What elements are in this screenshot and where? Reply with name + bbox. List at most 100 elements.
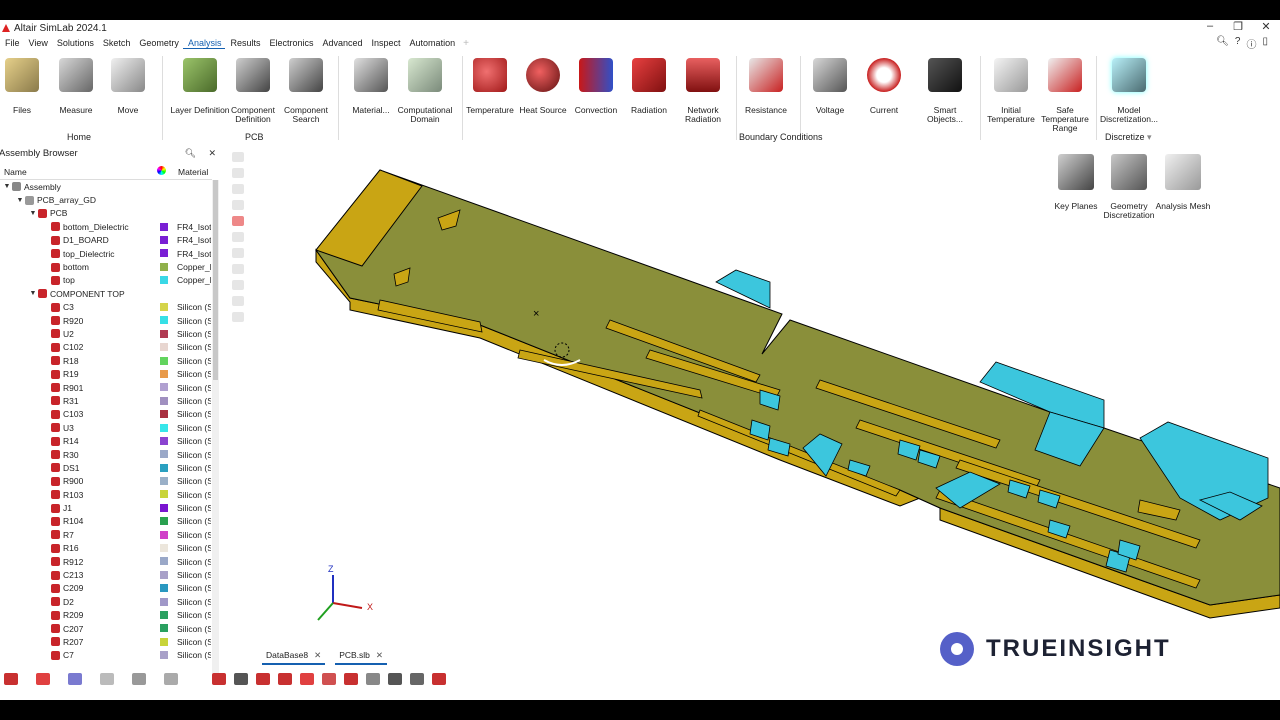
scrollbar-thumb[interactable]	[213, 180, 218, 380]
minimize-button[interactable]: –	[1204, 20, 1216, 33]
material-color-swatch[interactable]	[160, 651, 168, 660]
material-color-swatch[interactable]	[160, 356, 168, 365]
zoom-window-icon[interactable]	[300, 673, 314, 685]
layer-definition-button[interactable]: Layer Definition	[170, 58, 230, 115]
menu-results[interactable]: Results	[225, 38, 264, 48]
tree-row[interactable]: R104 Silicon (Se	[0, 515, 212, 528]
tree-row[interactable]: J1 Silicon (Se	[0, 501, 212, 514]
browser-scrollbar[interactable]	[212, 180, 219, 674]
current-button[interactable]: Current	[854, 58, 914, 115]
menu-view[interactable]: View	[24, 38, 52, 48]
section-icon[interactable]	[410, 673, 424, 685]
material-color-swatch[interactable]	[160, 624, 168, 633]
menu-sketch[interactable]: Sketch	[98, 38, 135, 48]
menu-geometry[interactable]: Geometry	[134, 38, 183, 48]
tree-row[interactable]: R901 Silicon (Se	[0, 381, 212, 394]
move-button[interactable]: Move	[98, 58, 158, 115]
menu-advanced[interactable]: Advanced	[317, 38, 366, 48]
material-color-swatch[interactable]	[160, 436, 168, 445]
collapse-icon[interactable]: ▼	[28, 210, 38, 217]
tree-row[interactable]: R207 Silicon (Se	[0, 635, 212, 648]
radiation-button[interactable]: Radiation	[619, 58, 679, 115]
material-color-swatch[interactable]	[160, 503, 168, 512]
eraser-icon[interactable]	[100, 673, 114, 685]
component-definition-button[interactable]: Component Definition	[223, 58, 283, 124]
tree-row[interactable]: U3 Silicon (Se	[0, 421, 212, 434]
menu-automation[interactable]: Automation	[405, 38, 460, 48]
material-color-swatch[interactable]	[160, 249, 168, 258]
mesh-icon[interactable]	[68, 673, 82, 685]
3d-viewport[interactable]: × Z X	[228, 144, 1280, 664]
shading-icon[interactable]	[366, 673, 380, 685]
info-icon[interactable]: ⓘ	[1246, 36, 1256, 51]
material-color-swatch[interactable]	[160, 463, 168, 472]
rotate-icon[interactable]	[322, 673, 336, 685]
report-icon[interactable]	[164, 673, 178, 685]
material-color-swatch[interactable]	[160, 316, 168, 325]
tree-row-component-top[interactable]: ▼ COMPONENT TOP	[0, 287, 212, 300]
add-menu-icon[interactable]: +	[463, 38, 469, 49]
tree-row[interactable]: R920 Silicon (Se	[0, 314, 212, 327]
material-color-swatch[interactable]	[160, 423, 168, 432]
smart-objects-button[interactable]: Smart Objects...	[915, 58, 975, 124]
tree-row[interactable]: R900 Silicon (Se	[0, 475, 212, 488]
help-icon[interactable]: ?	[1235, 36, 1241, 51]
tree-row[interactable]: U2 Silicon (Se	[0, 327, 212, 340]
computational-domain-button[interactable]: Computational Domain	[395, 58, 455, 124]
results-icon[interactable]	[36, 673, 50, 685]
fit-icon[interactable]	[278, 673, 292, 685]
tree-row[interactable]: DS1 Silicon (Se	[0, 461, 212, 474]
material-color-swatch[interactable]	[160, 611, 168, 619]
material-color-swatch[interactable]	[160, 597, 168, 606]
tree-row[interactable]: top_Dielectric FR4_Isotro	[0, 247, 212, 260]
menu-electronics[interactable]: Electronics	[264, 38, 317, 48]
resistance-button[interactable]: Resistance	[736, 58, 796, 115]
material-color-swatch[interactable]	[160, 383, 168, 392]
menu-inspect[interactable]: Inspect	[367, 38, 405, 48]
view-cube-icon[interactable]	[234, 673, 248, 685]
close-tab-icon[interactable]: ✕	[314, 650, 321, 660]
network-radiation-button[interactable]: Network Radiation	[673, 58, 733, 124]
tree-row[interactable]: R14 Silicon (Se	[0, 434, 212, 447]
box-icon[interactable]	[132, 673, 146, 685]
heat-source-button[interactable]: Heat Source	[513, 58, 573, 115]
maximize-button[interactable]: ❐	[1232, 20, 1244, 33]
material-color-swatch[interactable]	[160, 544, 168, 553]
tree-row[interactable]: D2 Silicon (Se	[0, 595, 212, 608]
tree-row[interactable]: R16 Silicon (Se	[0, 542, 212, 555]
tree-row[interactable]: C209 Silicon (Se	[0, 582, 212, 595]
material-color-swatch[interactable]	[160, 369, 168, 378]
material-color-swatch[interactable]	[160, 262, 168, 271]
tree-row[interactable]: C102 Silicon (Se	[0, 341, 212, 354]
tree-row[interactable]: bottom_Dielectric FR4_Isotro	[0, 220, 212, 233]
pick-icon[interactable]	[212, 673, 226, 685]
tree-row[interactable]: C207 Silicon (Se	[0, 622, 212, 635]
col-material-header[interactable]: Material	[178, 167, 208, 177]
tree-row[interactable]: C7 Silicon (Se	[0, 649, 212, 662]
collapse-icon[interactable]: ▼	[2, 183, 12, 190]
tree-row-pcb-array[interactable]: ▼ PCB_array_GD	[0, 193, 212, 206]
material-color-swatch[interactable]	[160, 410, 168, 419]
tree-row[interactable]: R103 Silicon (Se	[0, 488, 212, 501]
material-color-swatch[interactable]	[160, 303, 168, 312]
close-icon[interactable]: ✕	[208, 148, 216, 159]
material-color-swatch[interactable]	[160, 396, 168, 405]
tree-row[interactable]: C3 Silicon (Se	[0, 301, 212, 314]
close-button[interactable]: ✕	[1260, 20, 1272, 33]
tree-row[interactable]: C103 Silicon (Se	[0, 408, 212, 421]
search-icon[interactable]: 🔍︎	[185, 148, 196, 159]
initial-temperature-button[interactable]: Initial Temperature	[981, 58, 1041, 124]
close-tab-icon[interactable]: ✕	[376, 650, 383, 660]
material-color-swatch[interactable]	[160, 450, 168, 459]
model-discretization-button[interactable]: Model Discretization...	[1099, 58, 1159, 124]
material-color-swatch[interactable]	[160, 343, 168, 352]
material-color-swatch[interactable]	[160, 637, 168, 646]
material-color-swatch[interactable]	[160, 276, 168, 285]
menu-analysis[interactable]: Analysis	[182, 38, 226, 49]
material-color-swatch[interactable]	[160, 222, 168, 231]
tree-row[interactable]: R209 Silicon (Se	[0, 609, 212, 622]
col-name-header[interactable]: Name	[4, 167, 27, 177]
panel-toggle-icon[interactable]: ▯	[1262, 36, 1268, 51]
collapse-icon[interactable]: ▼	[28, 290, 38, 297]
safe-temperature-range-button[interactable]: Safe Temperature Range	[1035, 58, 1095, 133]
